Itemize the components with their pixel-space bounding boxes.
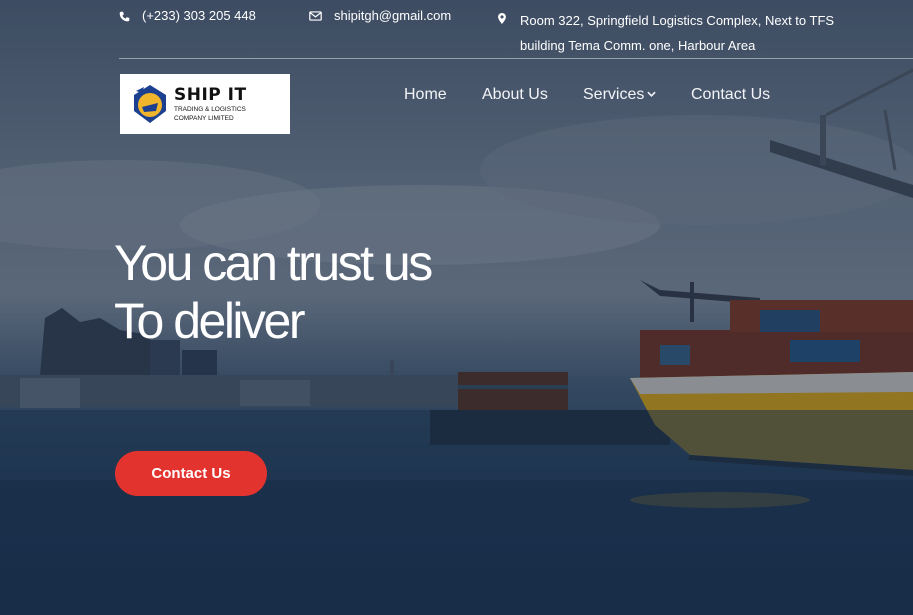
contact-us-button[interactable]: Contact Us [115, 451, 267, 496]
hero-headline: You can trust us To deliver [114, 234, 433, 350]
hero-section: (+233) 303 205 448 shipitgh@gmail.com Ro… [0, 0, 913, 615]
address-info: Room 322, Springfield Logistics Complex,… [498, 8, 858, 58]
address-line-2: building Tema Comm. one, Harbour Area [520, 38, 756, 53]
email-address: shipitgh@gmail.com [334, 8, 452, 23]
map-marker-icon [498, 13, 506, 24]
logo-subtitle-1: TRADING & LOGISTICS [174, 105, 246, 113]
phone-info[interactable]: (+233) 303 205 448 [119, 8, 256, 23]
headline-line-2: To deliver [114, 293, 305, 349]
nav-item-home[interactable]: Home [404, 86, 447, 104]
top-info-bar: (+233) 303 205 448 shipitgh@gmail.com Ro… [0, 0, 913, 59]
envelope-icon [309, 11, 322, 21]
nav-item-contact-us[interactable]: Contact Us [691, 86, 770, 104]
nav-item-about-us[interactable]: About Us [482, 86, 548, 104]
nav-item-services[interactable]: Services [583, 86, 657, 104]
topbar-divider [119, 58, 913, 59]
logo-subtitle-2: COMPANY LIMITED [174, 114, 234, 122]
ship-logo-icon [134, 85, 166, 123]
address-line-1: Room 322, Springfield Logistics Complex,… [520, 13, 835, 28]
email-info[interactable]: shipitgh@gmail.com [309, 8, 451, 23]
logo-title: SHIP IT [174, 84, 247, 105]
nav-item-services-label: Services [583, 86, 645, 103]
phone-number: (+233) 303 205 448 [142, 8, 256, 23]
phone-icon [119, 11, 130, 22]
company-logo[interactable]: SHIP IT TRADING & LOGISTICS COMPANY LIMI… [120, 74, 290, 134]
chevron-down-icon [647, 91, 657, 97]
headline-line-1: You can trust us [114, 235, 433, 291]
